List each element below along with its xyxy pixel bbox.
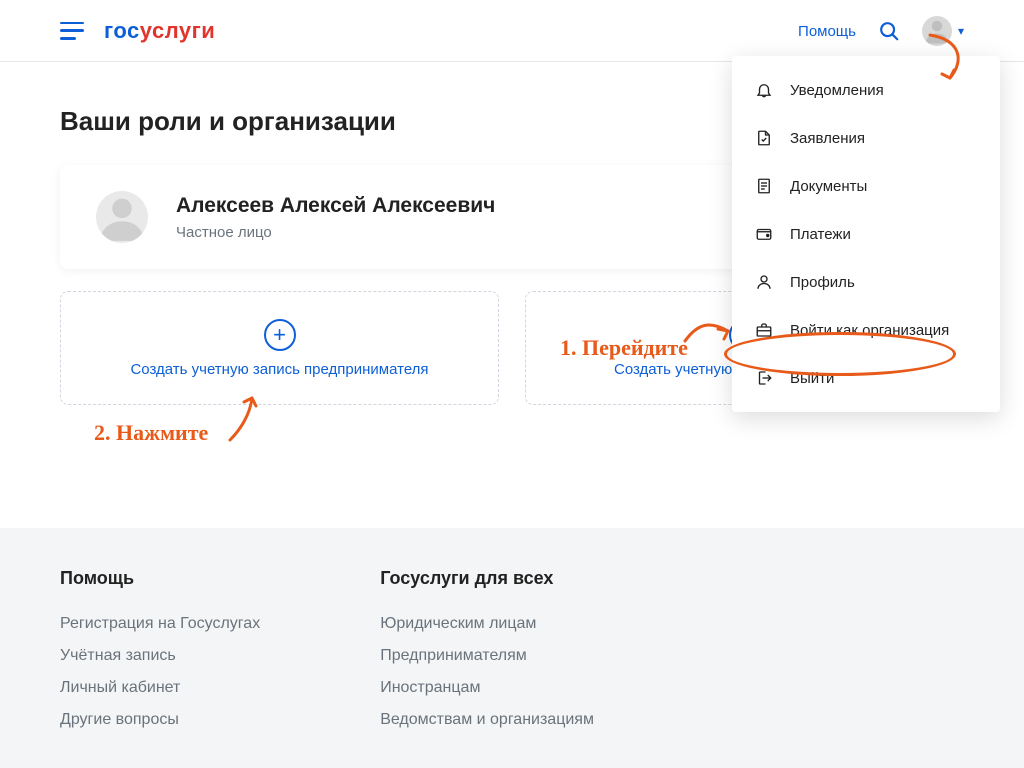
- profile-menu-trigger[interactable]: ▾: [922, 16, 964, 46]
- user-name: Алексеев Алексей Алексеевич: [176, 194, 495, 218]
- dropdown-item-label: Заявления: [790, 130, 865, 147]
- note-icon: [754, 128, 774, 148]
- footer-col-title: Госуслуги для всех: [380, 568, 594, 589]
- footer: Помощь Регистрация на Госуслугах Учётная…: [0, 528, 1024, 768]
- help-link[interactable]: Помощь: [798, 23, 856, 40]
- logo-part-blue: гос: [104, 18, 140, 43]
- footer-link[interactable]: Регистрация на Госуслугах: [60, 615, 260, 633]
- footer-col-help: Помощь Регистрация на Госуслугах Учётная…: [60, 568, 260, 768]
- dropdown-item-label: Документы: [790, 178, 867, 195]
- chevron-down-icon: ▾: [958, 24, 964, 38]
- avatar-icon: [96, 191, 148, 243]
- person-icon: [754, 272, 774, 292]
- footer-link[interactable]: Учётная запись: [60, 647, 260, 665]
- user-subtitle: Частное лицо: [176, 224, 495, 241]
- dropdown-item-notifications[interactable]: Уведомления: [732, 66, 1000, 114]
- footer-col-title: Помощь: [60, 568, 260, 589]
- footer-link[interactable]: Иностранцам: [380, 679, 594, 697]
- profile-dropdown: Уведомления Заявления Документы Платежи …: [732, 56, 1000, 412]
- avatar-icon: [922, 16, 952, 46]
- briefcase-icon: [754, 320, 774, 340]
- dropdown-item-label: Выйти: [790, 370, 834, 387]
- menu-burger-icon[interactable]: [60, 22, 84, 40]
- action-label: Создать учетную запись предпринимателя: [130, 361, 428, 378]
- logout-icon: [754, 368, 774, 388]
- logo[interactable]: госуслуги: [104, 18, 215, 44]
- bell-icon: [754, 80, 774, 100]
- dropdown-item-label: Уведомления: [790, 82, 884, 99]
- footer-link[interactable]: Другие вопросы: [60, 711, 260, 729]
- footer-link[interactable]: Личный кабинет: [60, 679, 260, 697]
- footer-link[interactable]: Предпринимателям: [380, 647, 594, 665]
- dropdown-item-label: Войти как организация: [790, 322, 949, 339]
- dropdown-item-applications[interactable]: Заявления: [732, 114, 1000, 162]
- dropdown-item-logout[interactable]: Выйти: [732, 354, 1000, 402]
- dropdown-item-profile[interactable]: Профиль: [732, 258, 1000, 306]
- footer-link[interactable]: Юридическим лицам: [380, 615, 594, 633]
- plus-icon: +: [264, 319, 296, 351]
- search-icon[interactable]: [878, 20, 900, 42]
- footer-link[interactable]: Ведомствам и организациям: [380, 711, 594, 729]
- footer-col-for-all: Госуслуги для всех Юридическим лицам Пре…: [380, 568, 594, 768]
- wallet-icon: [754, 224, 774, 244]
- create-entrepreneur-card[interactable]: + Создать учетную запись предпринимателя: [60, 291, 499, 405]
- dropdown-item-label: Платежи: [790, 226, 851, 243]
- dropdown-item-payments[interactable]: Платежи: [732, 210, 1000, 258]
- dropdown-item-login-as-org[interactable]: Войти как организация: [732, 306, 1000, 354]
- dropdown-item-label: Профиль: [790, 274, 855, 291]
- annotation-step2-text: 2. Нажмите: [94, 420, 208, 446]
- document-icon: [754, 176, 774, 196]
- logo-part-red: услуги: [140, 18, 216, 43]
- dropdown-item-documents[interactable]: Документы: [732, 162, 1000, 210]
- header: госуслуги Помощь ▾: [0, 0, 1024, 62]
